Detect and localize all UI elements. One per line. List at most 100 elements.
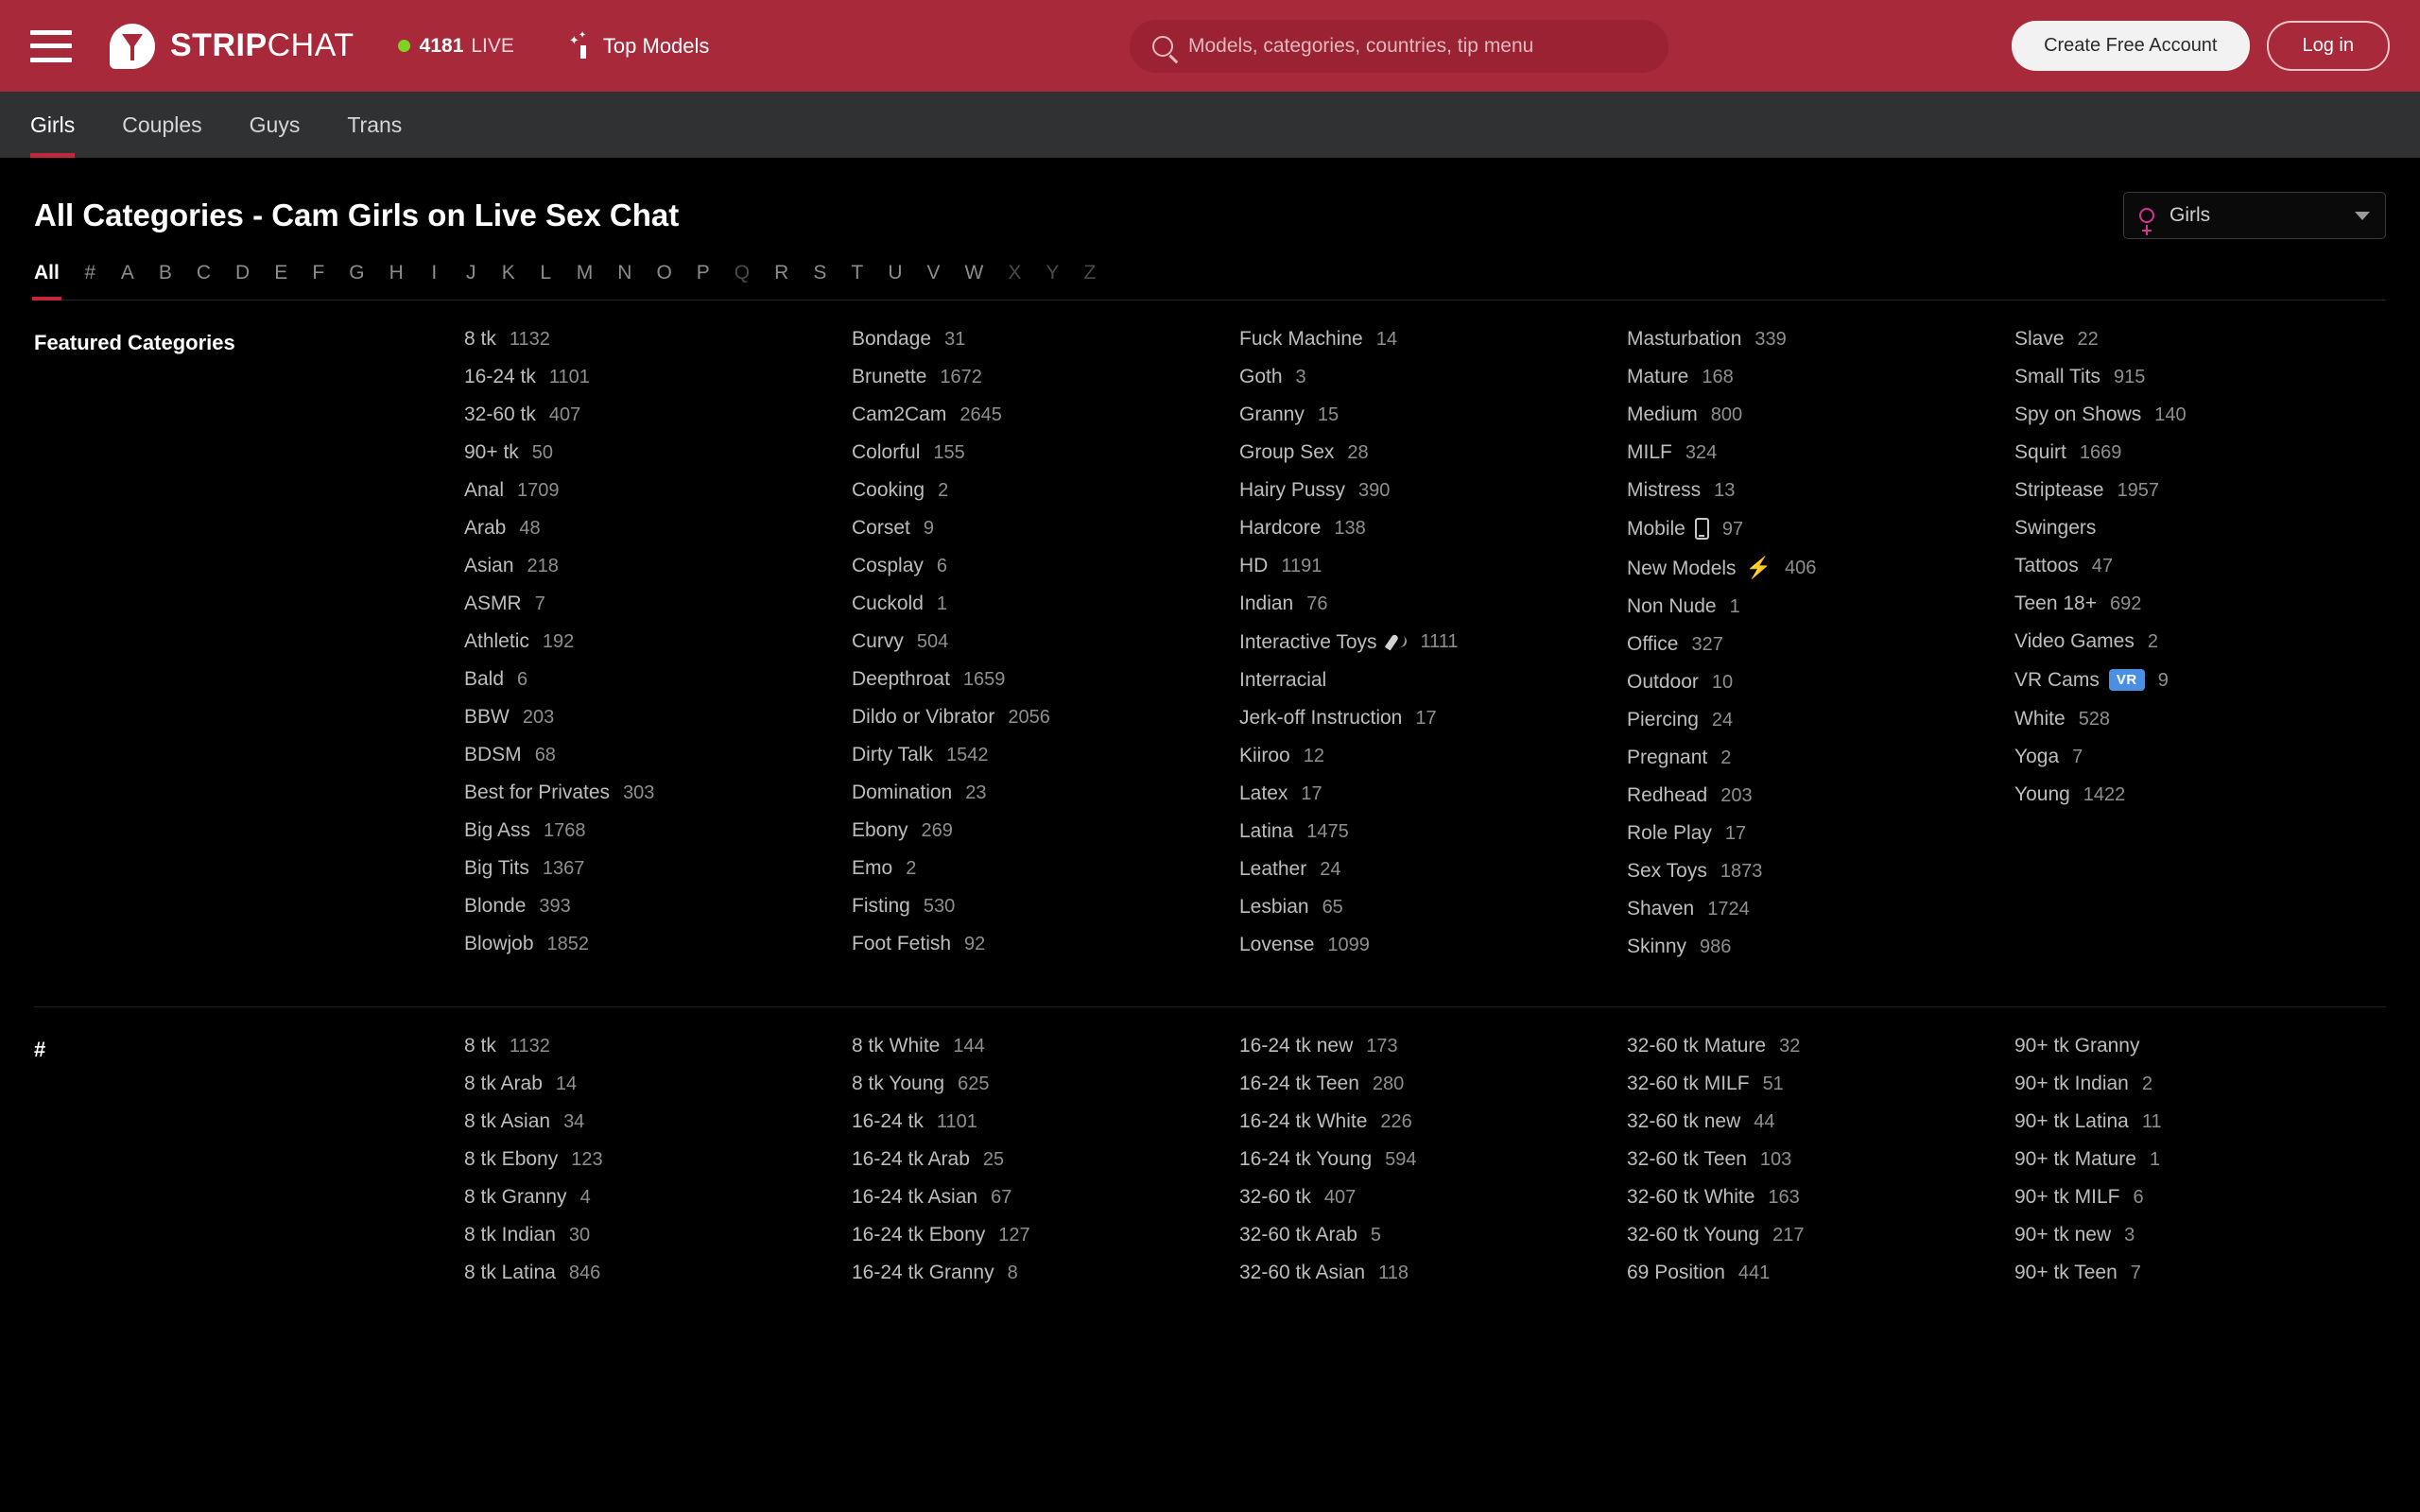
category-link[interactable]: MILF 324 xyxy=(1627,442,2014,462)
category-link[interactable]: Cam2Cam 2645 xyxy=(852,404,1239,424)
category-link[interactable]: Yoga 7 xyxy=(2014,747,2402,766)
category-link[interactable]: New Models ⚡ 406 xyxy=(1627,558,2014,578)
category-link[interactable]: Swingers xyxy=(2014,518,2402,538)
category-link[interactable]: Small Tits 915 xyxy=(2014,367,2402,387)
alpha-filter-m[interactable]: M xyxy=(577,262,594,300)
category-link[interactable]: 32-60 tk 407 xyxy=(1239,1187,1627,1207)
category-link[interactable]: Cosplay 6 xyxy=(852,556,1239,576)
log-in-button[interactable]: Log in xyxy=(2266,21,2390,71)
alpha-filter-hash[interactable]: # xyxy=(84,262,96,300)
category-link[interactable]: 16-24 tk Ebony 127 xyxy=(852,1225,1239,1245)
category-link[interactable]: Piercing 24 xyxy=(1627,710,2014,730)
category-link[interactable]: Masturbation 339 xyxy=(1627,329,2014,349)
category-link[interactable]: 16-24 tk 1101 xyxy=(464,367,852,387)
category-link[interactable]: Best for Privates 303 xyxy=(464,782,852,802)
category-link[interactable]: Cuckold 1 xyxy=(852,593,1239,613)
category-link[interactable]: 32-60 tk Teen 103 xyxy=(1627,1149,2014,1169)
category-link[interactable]: Lesbian 65 xyxy=(1239,897,1627,917)
category-link[interactable]: Bald 6 xyxy=(464,669,852,689)
category-link[interactable]: 32-60 tk MILF 51 xyxy=(1627,1074,2014,1093)
category-link[interactable]: Spy on Shows 140 xyxy=(2014,404,2402,424)
category-link[interactable]: Dildo or Vibrator 2056 xyxy=(852,707,1239,727)
alpha-filter-v[interactable]: V xyxy=(927,262,941,300)
gender-filter-select[interactable]: Girls xyxy=(2123,192,2386,239)
alpha-filter-d[interactable]: D xyxy=(235,262,250,300)
category-link[interactable]: 8 tk Ebony 123 xyxy=(464,1149,852,1169)
alpha-filter-b[interactable]: B xyxy=(159,262,172,300)
alpha-filter-j[interactable]: J xyxy=(465,262,477,300)
category-link[interactable]: Non Nude 1 xyxy=(1627,596,2014,616)
category-link[interactable]: 16-24 tk Granny 8 xyxy=(852,1263,1239,1282)
alpha-filter-c[interactable]: C xyxy=(197,262,211,300)
category-link[interactable]: Interactive Toys 1111 xyxy=(1239,631,1627,652)
category-link[interactable]: Deepthroat 1659 xyxy=(852,669,1239,689)
category-link[interactable]: Asian 218 xyxy=(464,556,852,576)
alpha-filter-w[interactable]: W xyxy=(965,262,984,300)
category-link[interactable]: BDSM 68 xyxy=(464,745,852,765)
category-link[interactable]: 8 tk Granny 4 xyxy=(464,1187,852,1207)
alpha-filter-all[interactable]: All xyxy=(32,262,61,301)
category-link[interactable]: Skinny 986 xyxy=(1627,936,2014,956)
alpha-filter-h[interactable]: H xyxy=(389,262,404,300)
alpha-filter-o[interactable]: O xyxy=(656,262,671,300)
category-link[interactable]: Sex Toys 1873 xyxy=(1627,861,2014,881)
alpha-filter-k[interactable]: K xyxy=(502,262,515,300)
category-link[interactable]: 16-24 tk 1101 xyxy=(852,1111,1239,1131)
category-link[interactable]: Fisting 530 xyxy=(852,896,1239,916)
gender-nav-item-couples[interactable]: Couples xyxy=(122,92,201,158)
category-link[interactable]: Foot Fetish 92 xyxy=(852,934,1239,954)
category-link[interactable]: 90+ tk Latina 11 xyxy=(2014,1111,2402,1131)
category-link[interactable]: Blonde 393 xyxy=(464,896,852,916)
category-link[interactable]: 90+ tk Teen 7 xyxy=(2014,1263,2402,1282)
category-link[interactable]: 69 Position 441 xyxy=(1627,1263,2014,1282)
category-link[interactable]: 16-24 tk White 226 xyxy=(1239,1111,1627,1131)
category-link[interactable]: 90+ tk MILF 6 xyxy=(2014,1187,2402,1207)
live-counter[interactable]: 4181 LIVE xyxy=(397,35,514,58)
alpha-filter-g[interactable]: G xyxy=(349,262,364,300)
category-link[interactable]: 90+ tk Indian 2 xyxy=(2014,1074,2402,1093)
category-link[interactable]: 8 tk Asian 34 xyxy=(464,1111,852,1131)
alpha-filter-t[interactable]: T xyxy=(851,262,863,300)
category-link[interactable]: Redhead 203 xyxy=(1627,785,2014,805)
category-link[interactable]: Jerk-off Instruction 17 xyxy=(1239,708,1627,728)
category-link[interactable]: Leather 24 xyxy=(1239,859,1627,879)
alpha-filter-n[interactable]: N xyxy=(617,262,631,300)
alpha-filter-a[interactable]: A xyxy=(121,262,134,300)
category-link[interactable]: Latina 1475 xyxy=(1239,821,1627,841)
category-link[interactable]: Pregnant 2 xyxy=(1627,747,2014,767)
search-input[interactable]: Models, categories, countries, tip menu xyxy=(1188,35,1533,58)
category-link[interactable]: Cooking 2 xyxy=(852,480,1239,500)
category-link[interactable]: Fuck Machine 14 xyxy=(1239,329,1627,349)
category-link[interactable]: Big Tits 1367 xyxy=(464,858,852,878)
category-link[interactable]: Medium 800 xyxy=(1627,404,2014,424)
category-link[interactable]: BBW 203 xyxy=(464,707,852,727)
category-link[interactable]: 8 tk 1132 xyxy=(464,1036,852,1056)
category-link[interactable]: 32-60 tk Arab 5 xyxy=(1239,1225,1627,1245)
category-link[interactable]: 90+ tk Granny xyxy=(2014,1036,2402,1056)
alpha-filter-s[interactable]: S xyxy=(813,262,826,300)
category-link[interactable]: White 528 xyxy=(2014,709,2402,729)
gender-nav-item-girls[interactable]: Girls xyxy=(30,92,76,158)
category-link[interactable]: Mature 168 xyxy=(1627,367,2014,387)
category-link[interactable]: Hardcore 138 xyxy=(1239,518,1627,538)
category-link[interactable]: 8 tk 1132 xyxy=(464,329,852,349)
category-link[interactable]: 32-60 tk Asian 118 xyxy=(1239,1263,1627,1282)
category-link[interactable]: Domination 23 xyxy=(852,782,1239,802)
category-link[interactable]: Ebony 269 xyxy=(852,820,1239,840)
alpha-filter-r[interactable]: R xyxy=(774,262,788,300)
category-link[interactable]: Tattoos 47 xyxy=(2014,556,2402,576)
top-models-link[interactable]: ✦ ✦ Top Models xyxy=(563,30,709,59)
category-link[interactable]: Big Ass 1768 xyxy=(464,820,852,840)
category-link[interactable]: Colorful 155 xyxy=(852,442,1239,462)
category-link[interactable]: Emo 2 xyxy=(852,858,1239,878)
category-link[interactable]: Squirt 1669 xyxy=(2014,442,2402,462)
search-bar[interactable]: Models, categories, countries, tip menu xyxy=(1130,19,1668,73)
category-link[interactable]: Hairy Pussy 390 xyxy=(1239,480,1627,500)
category-link[interactable]: Slave 22 xyxy=(2014,329,2402,349)
category-link[interactable]: 8 tk Young 625 xyxy=(852,1074,1239,1093)
gender-nav-item-guys[interactable]: Guys xyxy=(250,92,301,158)
category-link[interactable]: Goth 3 xyxy=(1239,367,1627,387)
category-link[interactable]: Teen 18+ 692 xyxy=(2014,593,2402,613)
category-link[interactable]: 8 tk Arab 14 xyxy=(464,1074,852,1093)
category-link[interactable]: 32-60 tk Mature 32 xyxy=(1627,1036,2014,1056)
